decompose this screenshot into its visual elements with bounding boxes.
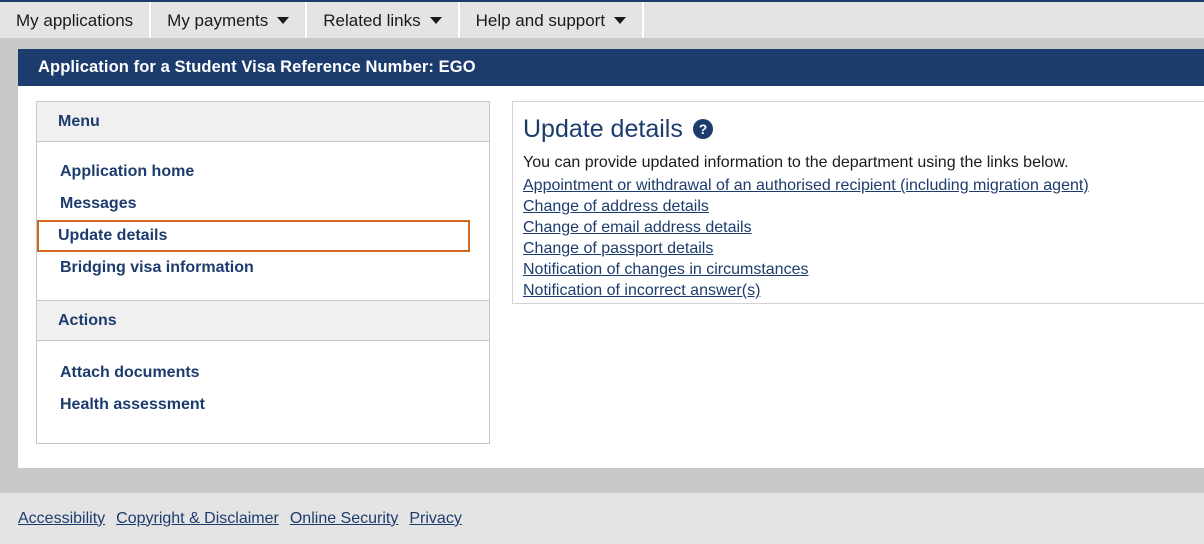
menu-panel: Menu Application home Messages Update de… xyxy=(36,101,490,301)
link-appointment-or-withdrawal-of-authorised-recipient[interactable]: Appointment or withdrawal of an authoris… xyxy=(523,177,1089,194)
sidebar-item-application-home[interactable]: Application home xyxy=(37,156,470,188)
sidebar-item-label: Update details xyxy=(58,227,167,244)
list-item: Notification of changes in circumstances xyxy=(523,259,1204,280)
sidebar-item-messages[interactable]: Messages xyxy=(37,188,470,220)
menu-panel-header: Menu xyxy=(37,102,489,142)
svg-text:?: ? xyxy=(699,121,708,137)
content-intro-text: You can provide updated information to t… xyxy=(523,152,1204,173)
content-heading-text: Update details xyxy=(523,114,683,144)
chevron-down-icon xyxy=(277,17,289,24)
link-notification-of-changes-in-circumstances[interactable]: Notification of changes in circumstances xyxy=(523,261,808,278)
footer-divider xyxy=(0,468,1204,493)
page-title: Application for a Student Visa Reference… xyxy=(38,58,476,77)
link-change-of-address-details[interactable]: Change of address details xyxy=(523,198,709,215)
list-item: Change of address details xyxy=(523,196,1204,217)
nav-item-label: My applications xyxy=(16,12,133,29)
link-change-of-passport-details[interactable]: Change of passport details xyxy=(523,240,713,257)
actions-panel-header: Actions xyxy=(37,301,489,341)
sidebar: Menu Application home Messages Update de… xyxy=(36,101,490,444)
list-item: Notification of incorrect answer(s) xyxy=(523,280,1204,301)
sidebar-item-update-details[interactable]: Update details xyxy=(37,220,470,252)
sidebar-item-bridging-visa-information[interactable]: Bridging visa information xyxy=(37,252,470,284)
help-circle-icon[interactable]: ? xyxy=(692,118,714,140)
nav-item-my-payments[interactable]: My payments xyxy=(151,2,307,38)
content-heading: Update details ? xyxy=(523,114,1204,144)
actions-panel-body: Attach documents Health assessment xyxy=(37,341,489,443)
menu-panel-heading: Menu xyxy=(58,113,100,131)
footer-link-online-security[interactable]: Online Security xyxy=(290,510,399,528)
sidebar-item-label: Messages xyxy=(60,195,137,212)
nav-item-label: My payments xyxy=(167,12,268,29)
chevron-down-icon xyxy=(614,17,626,24)
content-panel: Update details ? You can provide updated… xyxy=(512,101,1204,304)
nav-item-related-links[interactable]: Related links xyxy=(307,2,459,38)
actions-panel-heading: Actions xyxy=(58,312,117,330)
sidebar-item-label: Health assessment xyxy=(60,396,205,413)
sidebar-item-health-assessment[interactable]: Health assessment xyxy=(37,389,470,421)
menu-panel-body: Application home Messages Update details… xyxy=(37,142,489,300)
nav-item-my-applications[interactable]: My applications xyxy=(0,2,151,38)
top-navigation-bar: My applications My payments Related link… xyxy=(0,0,1204,38)
footer: Accessibility Copyright & Disclaimer Onl… xyxy=(0,493,1204,544)
update-details-link-list: Appointment or withdrawal of an authoris… xyxy=(523,175,1204,301)
sidebar-item-attach-documents[interactable]: Attach documents xyxy=(37,357,470,389)
sidebar-item-label: Application home xyxy=(60,163,194,180)
link-change-of-email-address-details[interactable]: Change of email address details xyxy=(523,219,752,236)
link-notification-of-incorrect-answers[interactable]: Notification of incorrect answer(s) xyxy=(523,282,760,299)
page-body: Menu Application home Messages Update de… xyxy=(18,86,1204,468)
sidebar-item-label: Bridging visa information xyxy=(60,259,254,276)
footer-link-copyright-disclaimer[interactable]: Copyright & Disclaimer xyxy=(116,510,279,528)
page-container: Application for a Student Visa Reference… xyxy=(18,49,1204,468)
list-item: Change of passport details xyxy=(523,238,1204,259)
list-item: Change of email address details xyxy=(523,217,1204,238)
footer-link-accessibility[interactable]: Accessibility xyxy=(18,510,105,528)
actions-panel: Actions Attach documents Health assessme… xyxy=(36,301,490,444)
footer-link-privacy[interactable]: Privacy xyxy=(409,510,461,528)
list-item: Appointment or withdrawal of an authoris… xyxy=(523,175,1204,196)
sidebar-item-label: Attach documents xyxy=(60,364,200,381)
nav-item-label: Related links xyxy=(323,12,420,29)
nav-item-help-and-support[interactable]: Help and support xyxy=(460,2,644,38)
application-title-bar: Application for a Student Visa Reference… xyxy=(18,49,1204,86)
chevron-down-icon xyxy=(430,17,442,24)
nav-item-label: Help and support xyxy=(476,12,605,29)
